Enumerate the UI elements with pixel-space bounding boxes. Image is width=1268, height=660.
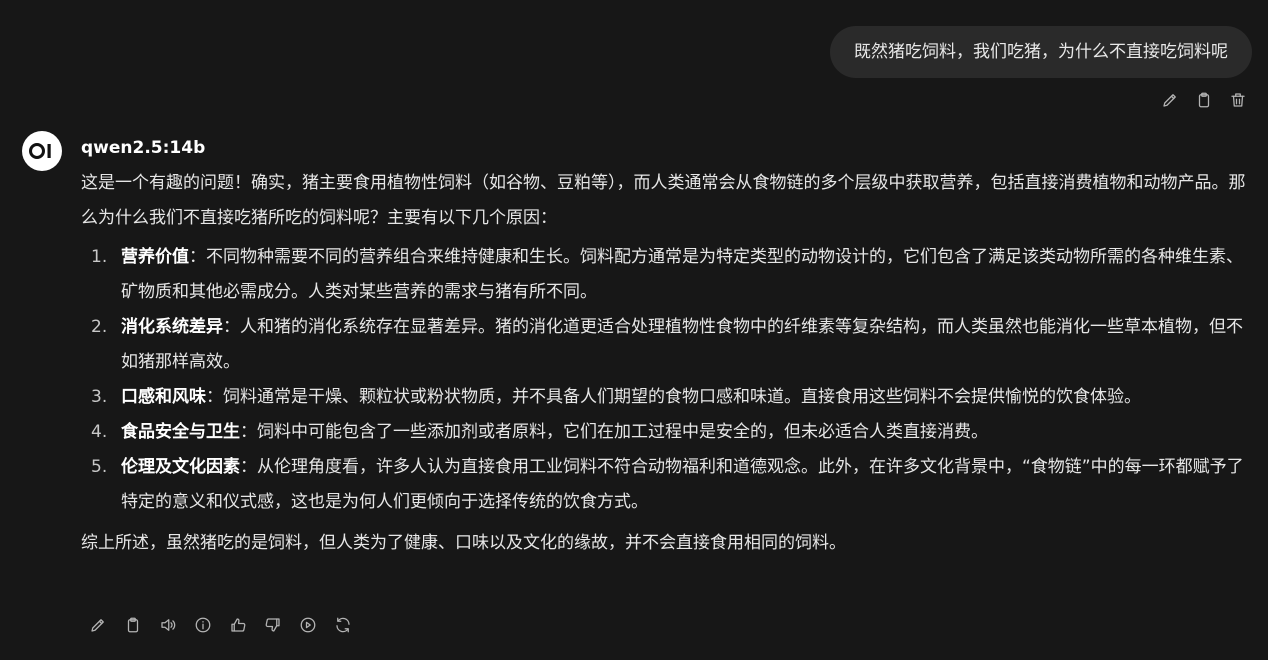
- assistant-summary: 综上所述，虽然猪吃的是饲料，但人类为了健康、口味以及文化的缘故，并不会直接食用相…: [81, 533, 846, 553]
- chat-page: 既然猪吃饲料，我们吃猪，为什么不直接吃饲料呢 qwen2.5:14b 这是一个有…: [0, 0, 1268, 660]
- copy-icon[interactable]: [1194, 90, 1214, 110]
- continue-icon[interactable]: [298, 615, 318, 635]
- reason-separator: ：: [189, 247, 206, 267]
- list-number: 1.: [91, 247, 108, 267]
- list-item: 4. 食品安全与卫生：饲料中可能包含了一些添加剂或者原料，它们在加工过程中是安全…: [91, 415, 1251, 450]
- assistant-message-actions: [88, 615, 353, 635]
- reason-title: 口感和风味: [121, 387, 206, 407]
- copy-icon[interactable]: [123, 615, 143, 635]
- reason-title: 消化系统差异: [121, 317, 223, 337]
- thumbs-up-icon[interactable]: [228, 615, 248, 635]
- model-name: qwen2.5:14b: [81, 138, 206, 158]
- reason-separator: ：: [223, 317, 240, 337]
- info-icon[interactable]: [193, 615, 213, 635]
- list-number: 5.: [91, 457, 108, 477]
- user-message-text: 既然猪吃饲料，我们吃猪，为什么不直接吃饲料呢: [854, 42, 1228, 62]
- edit-icon[interactable]: [88, 615, 108, 635]
- edit-icon[interactable]: [1160, 90, 1180, 110]
- reason-title: 伦理及文化因素: [121, 457, 240, 477]
- user-message-actions: [1160, 90, 1248, 110]
- list-item: 2. 消化系统差异：人和猪的消化系统存在显著差异。猪的消化道更适合处理植物性食物…: [91, 310, 1251, 380]
- read-aloud-icon[interactable]: [158, 615, 178, 635]
- list-number: 4.: [91, 422, 108, 442]
- reason-text: 人和猪的消化系统存在显著差异。猪的消化道更适合处理植物性食物中的纤维素等复杂结构…: [121, 317, 1243, 372]
- reason-separator: ：: [240, 457, 257, 477]
- thumbs-down-icon[interactable]: [263, 615, 283, 635]
- reason-text: 饲料中可能包含了一些添加剂或者原料，它们在加工过程中是安全的，但未必适合人类直接…: [257, 422, 988, 442]
- reason-text: 从伦理角度看，许多人认为直接食用工业饲料不符合动物福利和道德观念。此外，在许多文…: [121, 457, 1244, 512]
- list-number: 2.: [91, 317, 108, 337]
- model-avatar: [22, 131, 62, 171]
- list-item: 1. 营养价值：不同物种需要不同的营养组合来维持健康和生长。饲料配方通常是为特定…: [91, 240, 1251, 310]
- assistant-intro: 这是一个有趣的问题！确实，猪主要食用植物性饲料（如谷物、豆粕等），而人类通常会从…: [81, 173, 1246, 228]
- reason-title: 食品安全与卫生: [121, 422, 240, 442]
- list-item: 3. 口感和风味：饲料通常是干燥、颗粒状或粉状物质，并不具备人们期望的食物口感和…: [91, 380, 1251, 415]
- user-message-bubble: 既然猪吃饲料，我们吃猪，为什么不直接吃饲料呢: [830, 26, 1252, 78]
- list-item: 5. 伦理及文化因素：从伦理角度看，许多人认为直接食用工业饲料不符合动物福利和道…: [91, 450, 1251, 520]
- reason-text: 饲料通常是干燥、颗粒状或粉状物质，并不具备人们期望的食物口感和味道。直接食用这些…: [223, 387, 1141, 407]
- regenerate-icon[interactable]: [333, 615, 353, 635]
- list-number: 3.: [91, 387, 108, 407]
- reason-list: 1. 营养价值：不同物种需要不同的营养组合来维持健康和生长。饲料配方通常是为特定…: [81, 240, 1251, 520]
- reason-title: 营养价值: [121, 247, 189, 267]
- open-webui-logo-icon: [29, 143, 51, 159]
- reason-text: 不同物种需要不同的营养组合来维持健康和生长。饲料配方通常是为特定类型的动物设计的…: [121, 247, 1243, 302]
- reason-separator: ：: [240, 422, 257, 442]
- delete-icon[interactable]: [1228, 90, 1248, 110]
- assistant-message: 这是一个有趣的问题！确实，猪主要食用植物性饲料（如谷物、豆粕等），而人类通常会从…: [81, 166, 1251, 561]
- reason-separator: ：: [206, 387, 223, 407]
